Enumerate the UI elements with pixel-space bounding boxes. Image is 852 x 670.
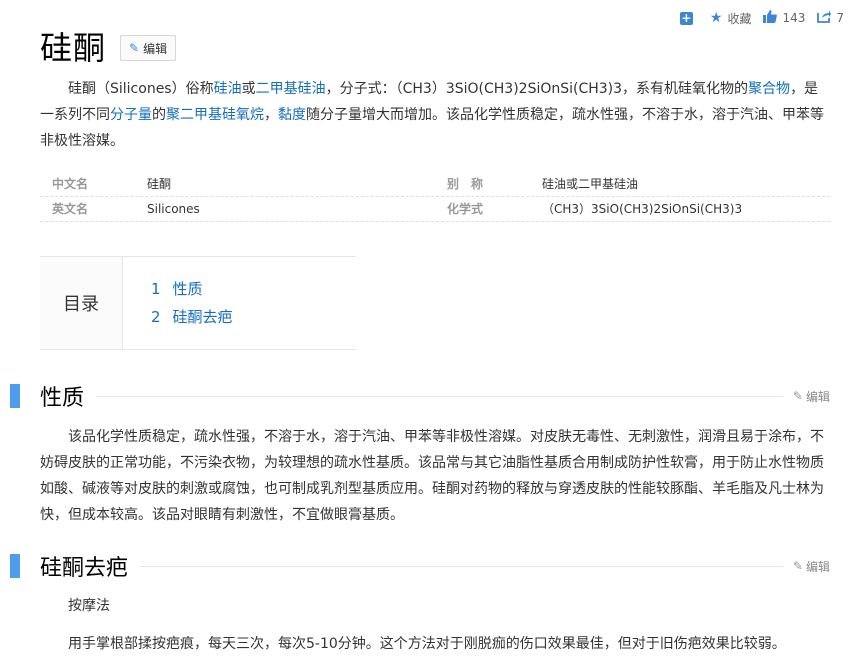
section-edit-label: 编辑 [805,389,830,404]
summary-text: 硅酮（Silicones）俗称 [68,81,214,97]
info-value: 硅油或二甲基硅油 [542,177,639,191]
favorite-button[interactable]: ★ 收藏 [710,10,752,27]
like-count: 143 [782,11,806,25]
section-paragraph: 该品化学性质稳定，疏水性强，不溶于水，溶于汽油、甲苯等非极性溶媒。对皮肤无毒性、… [40,429,824,523]
toc-item-label: 硅酮去疤 [172,308,233,326]
summary-text: 的 [152,107,166,123]
section-paragraph: 用手掌根部揉按疤痕，每天三次，每次5-10分钟。这个方法对于刚脱痂的伤口效果最佳… [68,636,786,652]
toc-item-properties[interactable]: 1 性质 [151,275,233,303]
edit-button[interactable]: ✎ 编辑 [120,35,177,61]
favorite-label: 收藏 [727,11,752,26]
toc-item-number: 2 [151,308,161,326]
pencil-icon: ✎ [129,41,140,55]
info-key: 化学式 [447,202,484,216]
share-count: 7 [836,11,844,25]
info-key: 中文名 [52,177,89,191]
pencil-icon: ✎ [792,559,803,573]
info-value: Silicones [147,202,200,216]
link-polydimethylsiloxane[interactable]: 聚二甲基硅氧烷 [166,107,264,123]
summary-text: ，分子式：（CH3）3SiO(CH3)2SiOnSi(CH3)3，系有机硅氧化物… [325,81,749,97]
section-marker [10,554,20,578]
summary-text: 或 [241,81,256,97]
page-title: 硅酮 [40,29,107,67]
link-polymer[interactable]: 聚合物 [748,81,790,97]
summary-text: ， [264,107,278,123]
info-key: 别 称 [447,177,484,191]
star-icon: ★ [709,10,723,26]
pencil-icon: ✎ [792,389,803,403]
toc-label: 目录 [40,257,123,349]
share-icon [817,9,832,27]
basic-info-table: 中文名 硅酮 别 称 硅油或二甲基硅油 英文名 Silicones 化学式 （C… [40,172,830,222]
section-marker [10,384,20,408]
basic-info-row: 英文名 Silicones 化学式 （CH3）3SiO(CH3)2SiOnSi(… [40,197,830,222]
section-edit-button[interactable]: ✎ 编辑 [793,388,830,405]
thumbs-up-icon [763,9,778,27]
plus-icon: + [679,10,693,25]
section-title: 性质 [40,386,85,411]
section-header-scar-removal: 硅酮去疤 ✎ 编辑 [10,553,830,581]
summary-paragraph: 硅酮（Silicones）俗称硅油或二甲基硅油，分子式：（CH3）3SiO(CH… [40,76,830,154]
link-dimethyl-silicone-oil[interactable]: 二甲基硅油 [256,81,326,97]
section-title: 硅酮去疤 [40,556,129,581]
table-of-contents: 目录 1 性质 2 硅酮去疤 [40,256,356,350]
toc-item-scar-removal[interactable]: 2 硅酮去疤 [151,303,233,331]
section-divider [140,565,783,567]
share-button[interactable]: 7 [817,9,844,27]
add-button[interactable]: + [679,10,698,25]
section-header-properties: 性质 ✎ 编辑 [10,383,830,411]
info-value: 硅酮 [147,177,172,191]
section-divider [96,395,783,397]
toc-item-label: 性质 [172,280,203,298]
basic-info-row: 中文名 硅酮 别 称 硅油或二甲基硅油 [40,172,830,197]
title-row: 硅酮 ✎ 编辑 [40,28,177,68]
link-silicone-oil[interactable]: 硅油 [214,81,242,97]
article-toolbar: + ★ 收藏 143 7 [668,9,844,27]
link-viscosity[interactable]: 黏度 [278,107,306,123]
like-button[interactable]: 143 [763,9,805,27]
link-molecular-weight[interactable]: 分子量 [110,107,152,123]
edit-label: 编辑 [143,41,168,56]
toc-item-number: 1 [151,280,161,298]
section-paragraph: 按摩法 [68,598,110,614]
section-edit-label: 编辑 [805,559,830,574]
section-edit-button[interactable]: ✎ 编辑 [793,558,830,575]
info-value: （CH3）3SiO(CH3)2SiOnSi(CH3)3 [542,202,743,216]
info-key: 英文名 [52,202,89,216]
toc-list: 1 性质 2 硅酮去疤 [123,257,233,349]
